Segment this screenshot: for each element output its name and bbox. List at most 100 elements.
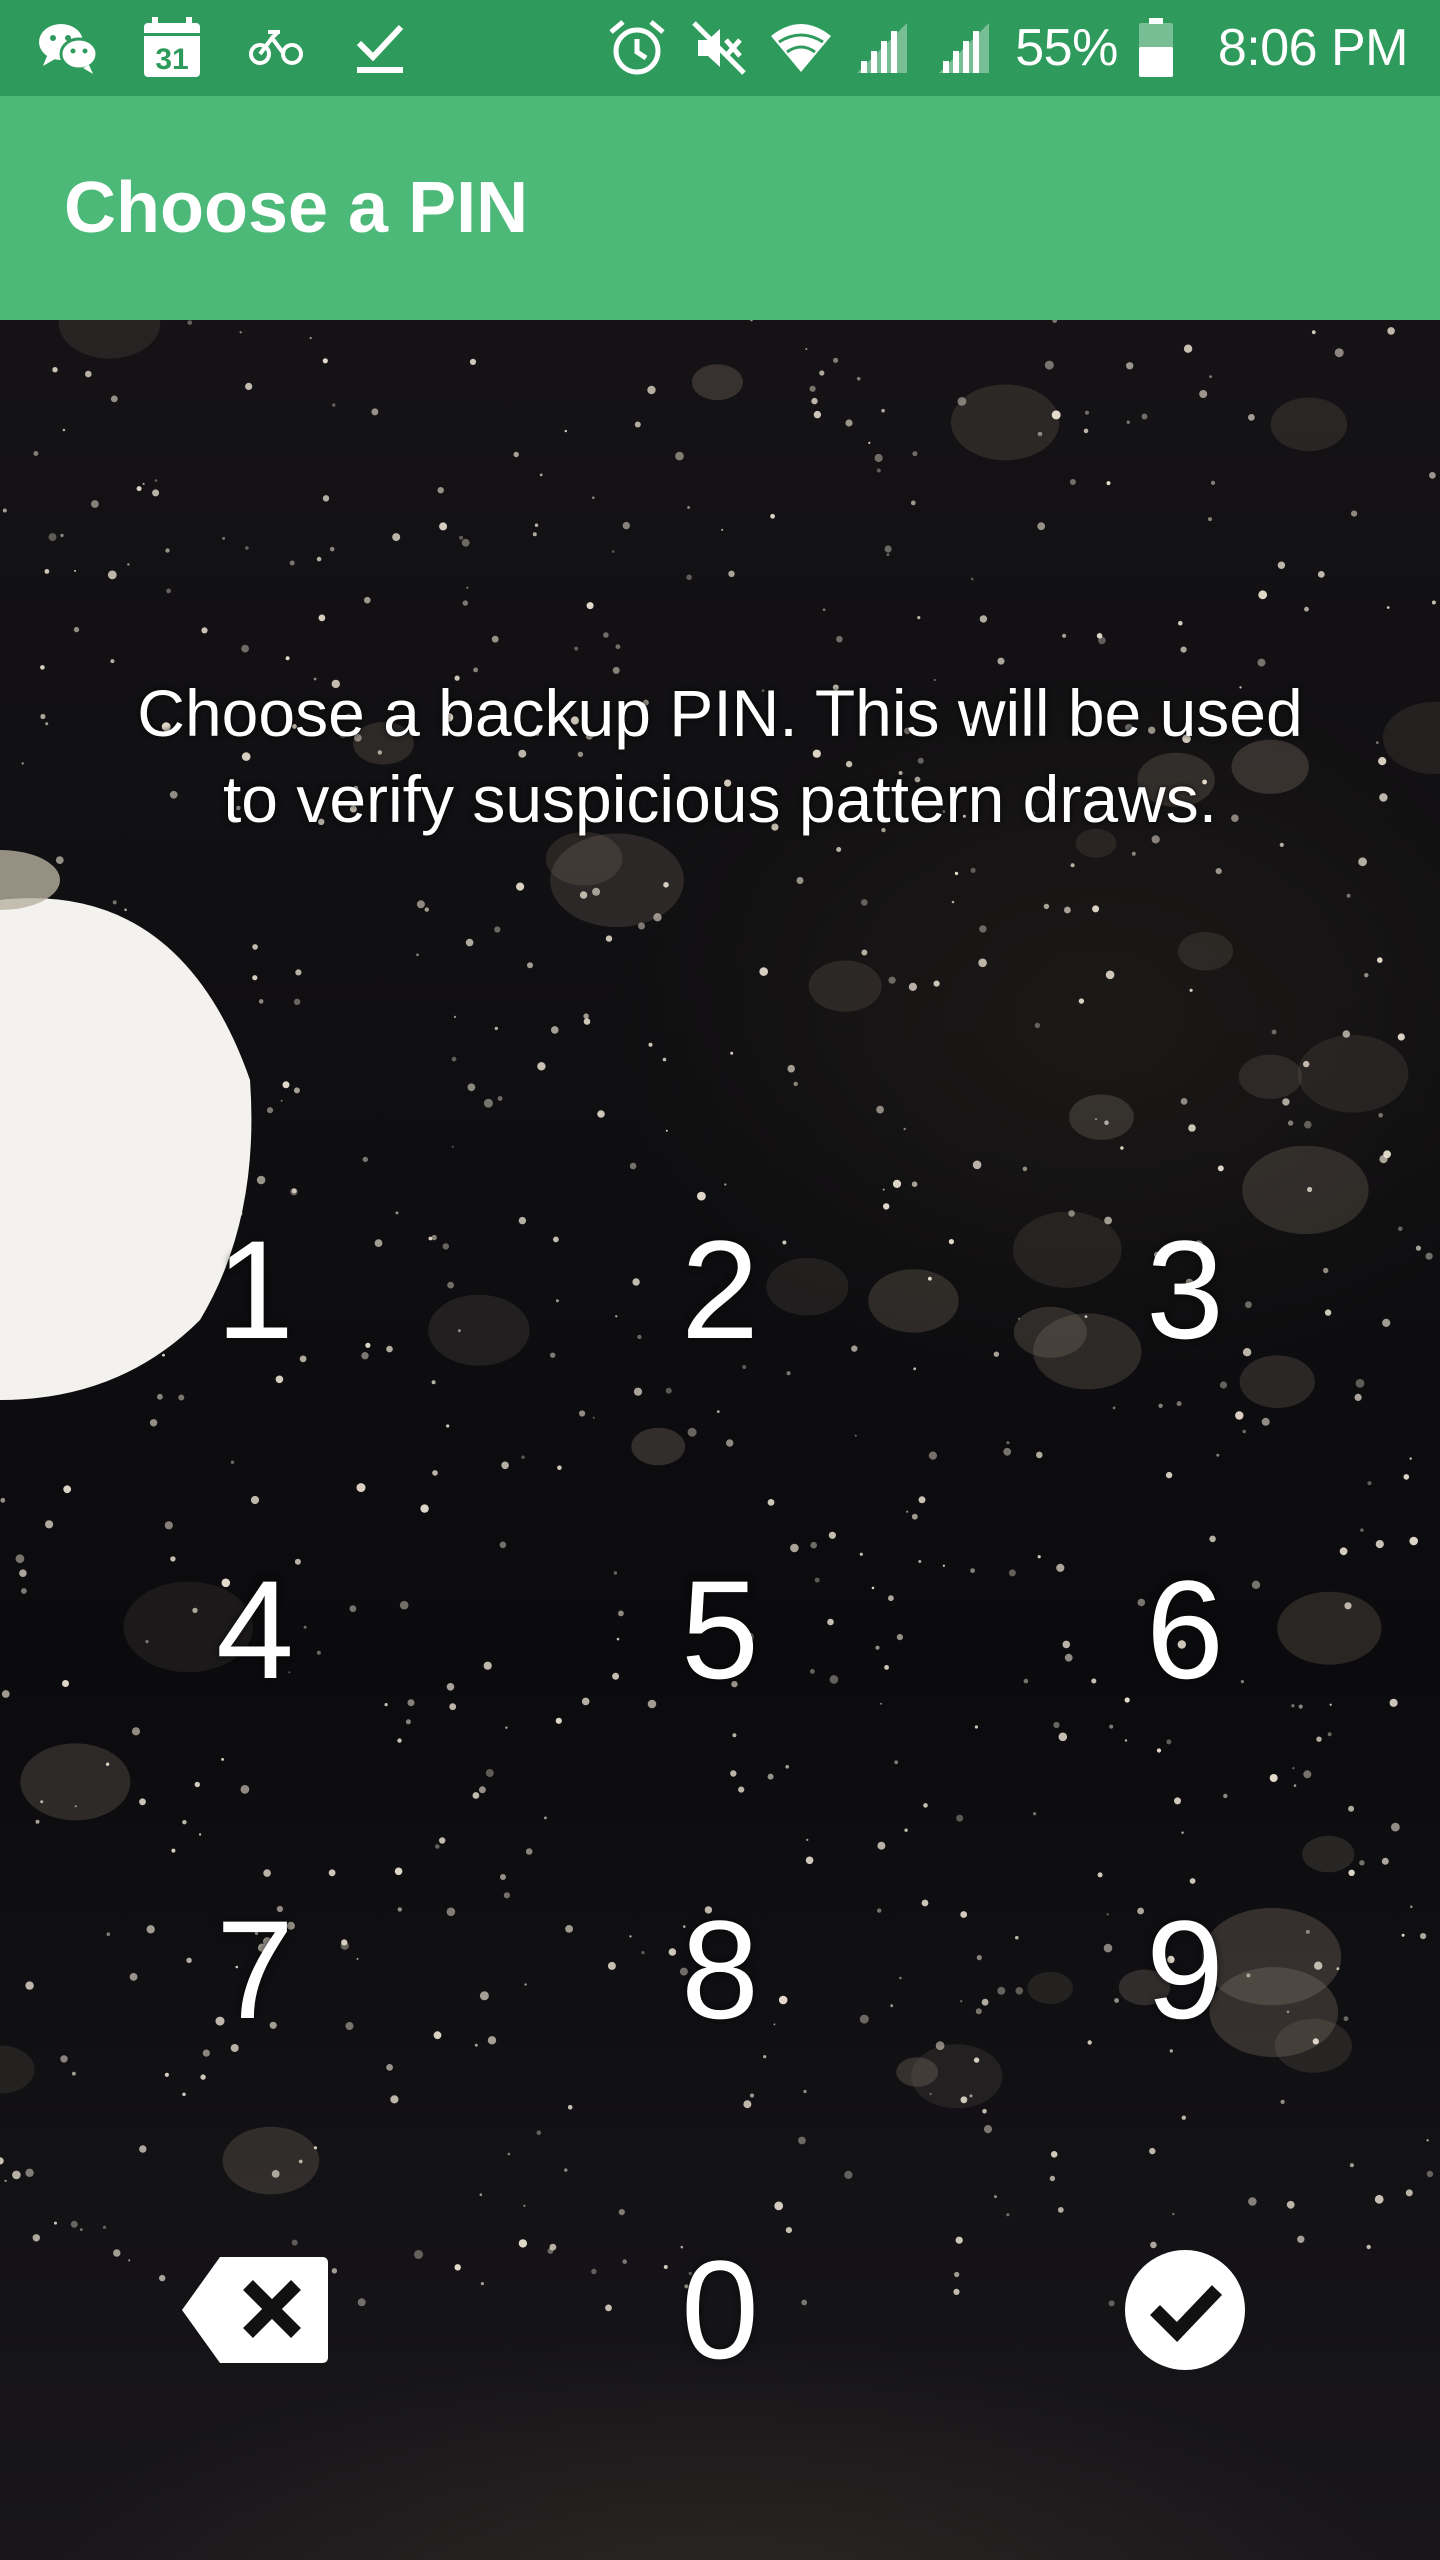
snow-flake xyxy=(1354,1393,1362,1401)
key-7[interactable]: 7 xyxy=(105,1840,405,2100)
key-9[interactable]: 9 xyxy=(1035,1840,1335,2100)
snow-flake xyxy=(634,421,641,428)
snow-flake xyxy=(564,429,567,433)
snow-flake xyxy=(513,451,519,458)
snow-flake xyxy=(54,2221,57,2225)
snow-flake xyxy=(1084,410,1090,415)
snow-flake xyxy=(615,644,621,650)
snow-flake xyxy=(798,2136,806,2145)
snow-flake xyxy=(976,1955,982,1961)
snow-flake xyxy=(40,665,45,670)
snow-flake xyxy=(110,659,115,664)
snow-flake xyxy=(882,1188,885,1191)
snow-flake xyxy=(1401,1933,1405,1937)
snow-flake xyxy=(439,1837,446,1844)
snow-flake xyxy=(1346,893,1351,898)
snow-flake xyxy=(1360,1528,1364,1532)
snow-flake xyxy=(974,1725,979,1729)
snow-flake xyxy=(416,900,425,909)
snow-flake xyxy=(796,877,804,884)
snow-flake xyxy=(1431,600,1436,605)
snow-flake xyxy=(597,1110,605,1118)
snow-flake xyxy=(960,2096,968,2104)
snow-flake xyxy=(1044,360,1054,370)
snow-flake xyxy=(549,2243,557,2251)
snow-flake xyxy=(258,999,264,1004)
snow-flake xyxy=(1033,1812,1037,1816)
snow-flake xyxy=(139,1798,146,1806)
key-3[interactable]: 3 xyxy=(1035,1160,1335,1420)
snow-flake xyxy=(1410,1905,1413,1909)
snow-flake xyxy=(813,410,822,419)
snow-flake xyxy=(447,1281,454,1289)
snow-flake xyxy=(767,1773,774,1780)
snow-flake xyxy=(896,1634,904,1641)
app-bar: Choose a PIN xyxy=(0,96,1440,320)
snow-flake xyxy=(929,2092,932,2096)
snow-flake xyxy=(285,656,290,661)
snow-flake xyxy=(1037,431,1043,437)
snow-flake xyxy=(45,1520,54,1529)
bokeh-blob xyxy=(1297,1035,1409,1113)
backspace-button[interactable] xyxy=(105,2180,405,2440)
bokeh-blob xyxy=(868,1269,959,1333)
snow-flake xyxy=(861,949,868,956)
snow-flake xyxy=(1358,857,1367,867)
snow-flake xyxy=(136,486,142,492)
snow-flake xyxy=(187,320,193,325)
snow-flake xyxy=(910,500,916,506)
key-8[interactable]: 8 xyxy=(570,1840,870,2100)
snow-flake xyxy=(329,546,335,552)
snow-flake xyxy=(245,546,249,550)
snow-flake xyxy=(472,1792,480,1799)
snow-flake xyxy=(222,536,226,540)
bokeh-blob xyxy=(1238,1054,1303,1099)
snow-flake xyxy=(1389,1698,1398,1707)
snow-flake xyxy=(1426,2170,1434,2178)
key-2[interactable]: 2 xyxy=(570,1160,870,1420)
snow-flake xyxy=(1382,1318,1391,1327)
snow-flake xyxy=(500,1874,506,1880)
key-6[interactable]: 6 xyxy=(1035,1500,1335,1760)
snow-flake xyxy=(884,1665,889,1670)
bike-icon xyxy=(244,16,308,80)
snow-flake xyxy=(555,1299,559,1303)
snow-flake xyxy=(1311,330,1316,335)
confirm-button[interactable] xyxy=(1035,2180,1335,2440)
snow-flake xyxy=(743,2100,752,2109)
calendar-icon: 31 xyxy=(140,16,204,80)
snow-flake xyxy=(240,1785,250,1794)
snow-flake xyxy=(1181,2115,1187,2120)
snow-flake xyxy=(252,975,258,981)
snow-flake xyxy=(2,508,7,513)
key-1[interactable]: 1 xyxy=(105,1160,405,1420)
snow-flake xyxy=(446,1683,455,1691)
key-0[interactable]: 0 xyxy=(570,2180,870,2440)
snow-flake xyxy=(888,1595,894,1602)
snow-flake xyxy=(844,2170,853,2179)
backspace-icon xyxy=(182,2257,328,2363)
snow-flake xyxy=(544,1816,547,1820)
snow-flake xyxy=(956,1814,964,1822)
key-4[interactable]: 4 xyxy=(105,1500,405,1760)
snow-flake xyxy=(805,348,808,350)
snow-flake xyxy=(728,570,735,577)
snow-flake xyxy=(60,533,64,538)
snow-flake xyxy=(793,1081,798,1087)
key-5[interactable]: 5 xyxy=(570,1500,870,1760)
battery-percent: 55% xyxy=(1015,19,1118,77)
snow-flake xyxy=(871,1586,875,1590)
snow-flake xyxy=(978,958,987,968)
snow-flake xyxy=(908,982,918,992)
snow-flake xyxy=(0,1497,6,1503)
snow-flake xyxy=(876,468,881,473)
snow-flake xyxy=(1379,793,1388,802)
snow-flake xyxy=(439,522,448,531)
snow-flake xyxy=(416,953,419,957)
snow-flake xyxy=(451,1145,454,1148)
snow-flake xyxy=(928,1276,932,1281)
snow-flake xyxy=(35,1819,40,1824)
snow-flake xyxy=(1104,1120,1109,1125)
snow-flake xyxy=(80,2228,83,2231)
snow-flake xyxy=(854,1434,857,1437)
